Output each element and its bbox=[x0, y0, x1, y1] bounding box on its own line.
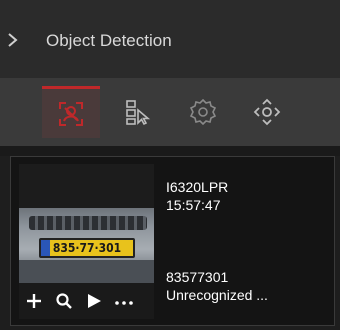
more-icon bbox=[114, 291, 134, 311]
chevron-right-icon[interactable] bbox=[6, 32, 20, 48]
thumbnail-controls bbox=[19, 283, 154, 319]
face-detection-icon bbox=[56, 99, 86, 129]
more-button[interactable] bbox=[113, 290, 135, 312]
settings-gear-icon bbox=[188, 97, 218, 127]
search-icon bbox=[55, 292, 73, 310]
recognition-status: Unrecognized ... bbox=[166, 287, 268, 303]
play-button[interactable] bbox=[83, 290, 105, 312]
panel-title: Object Detection bbox=[46, 31, 172, 50]
panel-header: Object Detection bbox=[0, 0, 340, 78]
plate-number: 83577301 bbox=[166, 269, 229, 285]
ptz-control-button[interactable] bbox=[238, 86, 296, 138]
target-select-icon bbox=[123, 97, 153, 127]
license-plate: 835·77·301 bbox=[39, 238, 135, 258]
add-icon bbox=[24, 291, 44, 311]
settings-button[interactable] bbox=[174, 86, 232, 138]
vehicle-thumbnail[interactable]: 835·77·301 bbox=[19, 164, 154, 319]
search-button[interactable] bbox=[53, 290, 75, 312]
play-icon bbox=[85, 292, 103, 310]
vehicle-grille bbox=[29, 216, 147, 230]
camera-name: I6320LPR bbox=[166, 179, 229, 195]
detection-result-card[interactable]: 835·77·301 I6320LPR 15:57:47 83577301 Un… bbox=[10, 156, 335, 326]
ptz-direction-icon bbox=[252, 97, 282, 127]
plate-country-strip bbox=[41, 240, 50, 256]
toolbar bbox=[0, 78, 340, 146]
add-button[interactable] bbox=[23, 290, 45, 312]
object-detection-panel: Object Detection 835·77·301 I6320LPR 15:… bbox=[0, 0, 340, 330]
capture-time: 15:57:47 bbox=[166, 197, 221, 213]
thumbnail-background bbox=[19, 164, 154, 208]
target-select-button[interactable] bbox=[109, 86, 167, 138]
plate-text: 835·77·301 bbox=[52, 241, 122, 255]
vehicle-bumper bbox=[19, 260, 154, 283]
divider bbox=[0, 146, 340, 156]
face-detection-button[interactable] bbox=[42, 86, 100, 138]
